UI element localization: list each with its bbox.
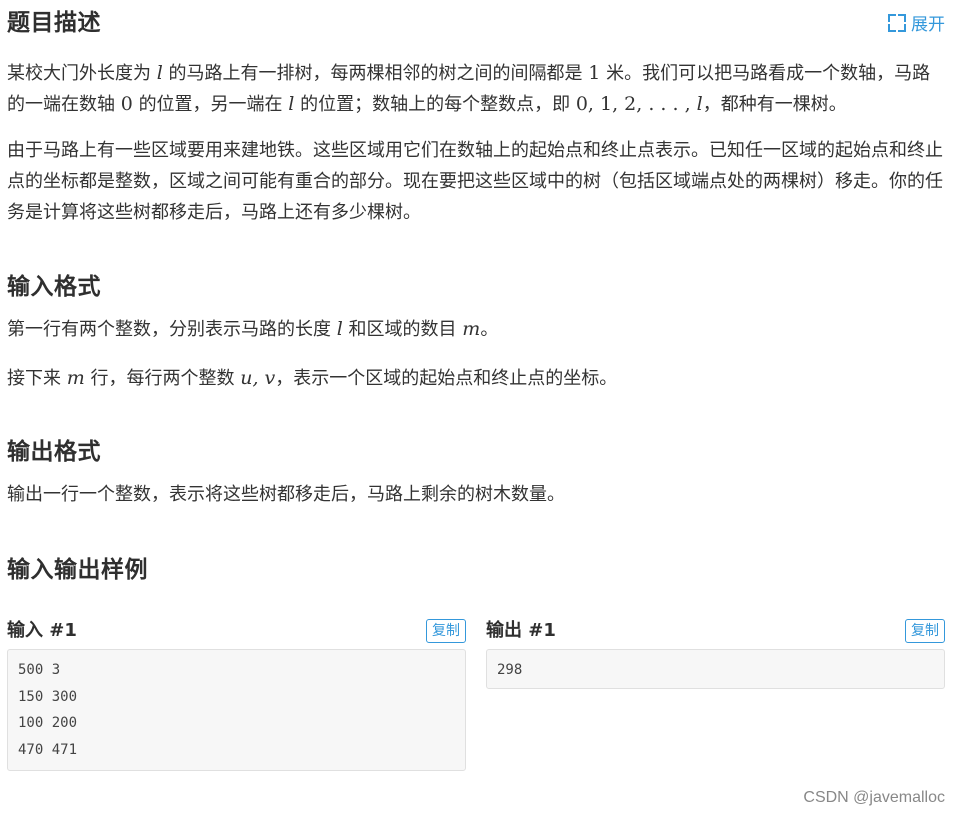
output-format-text: 输出一行一个整数，表示将这些树都移走后，马路上剩余的树木数量。: [7, 484, 565, 505]
description-paragraph-1: 某校大门外长度为 l 的马路上有一排树，每两棵相邻的树之间的间隔都是 1 米。我…: [7, 62, 931, 115]
samples-area: 输入 #1 复制 500 3 150 300 100 200 470 471 输…: [7, 613, 945, 783]
sample-input-header: 输入 #1 复制: [7, 613, 466, 649]
code-line: 298: [497, 662, 523, 678]
sample-output: 输出 #1 复制 298: [486, 613, 945, 689]
code-line: 100 200: [18, 715, 78, 731]
copy-output-button[interactable]: 复制: [905, 619, 945, 643]
description-title: 题目描述: [7, 10, 101, 36]
sample-input-title: 输入 #1: [7, 620, 77, 641]
samples-title: 输入输出样例: [7, 557, 148, 583]
watermark: CSDN @javemalloc: [803, 789, 945, 806]
sample-output-title: 输出 #1: [486, 620, 556, 641]
sample-output-code[interactable]: 298: [486, 649, 945, 689]
code-line: 150 300: [18, 688, 78, 705]
code-line: 500 3: [18, 662, 61, 678]
problem-page: 题目描述 展开 某校大门外长度为 l 的马路上有一排树，每两棵相邻的树之间的间隔…: [7, 0, 945, 783]
sample-output-header: 输出 #1 复制: [486, 613, 945, 649]
expand-button[interactable]: 展开: [888, 10, 945, 35]
copy-input-button[interactable]: 复制: [426, 619, 466, 643]
input-format-line-1: 第一行有两个整数，分别表示马路的长度 l 和区域的数目 m。: [7, 318, 499, 340]
sample-input-code[interactable]: 500 3 150 300 100 200 470 471: [7, 649, 466, 771]
expand-icon: [888, 13, 906, 32]
description-header: 题目描述 展开: [7, 0, 945, 46]
sample-input: 输入 #1 复制 500 3 150 300 100 200 470 471: [7, 613, 466, 771]
input-format-line-2: 接下来 m 行，每行两个整数 u, v，表示一个区域的起始点和终止点的坐标。: [7, 367, 618, 389]
code-line: 470 471: [18, 741, 78, 758]
expand-label: 展开: [911, 15, 945, 35]
description-paragraph-2: 由于马路上有一些区域要用来建地铁。这些区域用它们在数轴上的起始点和终止点表示。已…: [7, 140, 943, 223]
input-format-title: 输入格式: [7, 274, 101, 300]
output-format-title: 输出格式: [7, 439, 101, 465]
